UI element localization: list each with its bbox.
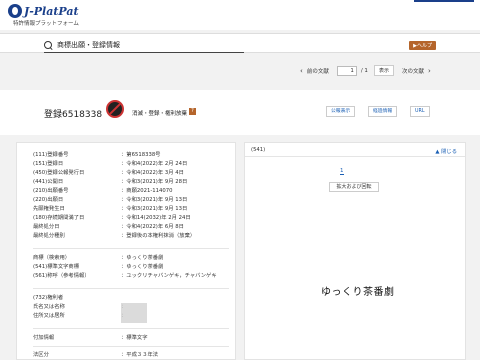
header-accent-line [414, 0, 474, 2]
status-label: 消滅・登録・権利放棄 [132, 111, 188, 117]
image-page-link[interactable]: 1 [340, 168, 344, 175]
title-underline [44, 52, 244, 53]
divider [33, 328, 229, 329]
redacted-owner-info [121, 303, 147, 323]
trademark-text: ゆっくり茶番劇 [321, 287, 395, 298]
prev-document-link[interactable]: 前の文献 [307, 67, 329, 75]
prev-arrow-icon[interactable]: ‹ [300, 67, 303, 75]
bibliographic-panel: (111)登録番号 ：第6518338号 (151)登録日 ：令和4(2022)年 … [16, 142, 236, 360]
logo-subtitle: 特許情報プラットフォーム [13, 21, 79, 27]
divider [33, 248, 229, 249]
site-logo[interactable]: J-PlatPat [8, 4, 79, 18]
zoom-rotate-button[interactable]: 拡大および回転 [329, 182, 379, 192]
help-button[interactable]: ▶ヘルプ [409, 41, 436, 50]
mark-code: (541) [251, 147, 266, 153]
lapsed-status-icon [106, 100, 124, 118]
next-arrow-icon[interactable]: › [428, 67, 431, 75]
page-title-bar: 商標出願・登録情報 ▶ヘルプ [0, 33, 480, 53]
progress-info-button[interactable]: 経過情報 [368, 106, 398, 117]
logo-text: J-PlatPat [24, 4, 79, 18]
record-header: 登録6518338 消滅・登録・権利放棄 ? 公報表示 経過情報 URL [0, 90, 480, 135]
status-help-icon[interactable]: ? [189, 108, 196, 115]
next-document-link[interactable]: 次の文献 [402, 67, 424, 75]
site-header: J-PlatPat 特許情報プラットフォーム [0, 0, 480, 30]
show-button[interactable]: 表示 [373, 65, 394, 76]
page-title: 商標出願・登録情報 [57, 41, 120, 49]
divider [33, 346, 229, 347]
logo-icon [8, 4, 22, 18]
close-panel-button[interactable]: ▲ 閉じる [435, 147, 457, 155]
registration-number: 登録6518338 [44, 110, 103, 120]
search-icon [44, 40, 53, 50]
mark-panel-header: (541) ▲ 閉じる [245, 143, 465, 157]
page-number-input[interactable]: 1 [336, 65, 357, 76]
url-button[interactable]: URL [410, 106, 430, 117]
page-total: / 1 [360, 67, 368, 74]
mark-image-panel: (541) ▲ 閉じる 1 拡大および回転 ゆっくり茶番劇 [244, 142, 466, 360]
divider [33, 288, 229, 289]
gazette-display-button[interactable]: 公報表示 [326, 106, 356, 117]
document-pager: ‹ 前の文献 1 / 1 表示 次の文献 › [300, 65, 431, 76]
